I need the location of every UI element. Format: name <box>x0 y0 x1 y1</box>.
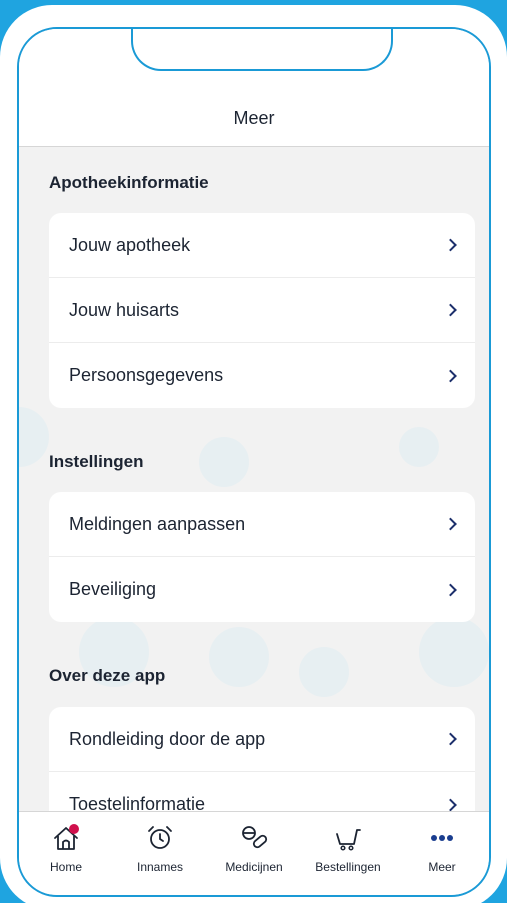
tab-label: Innames <box>136 860 184 874</box>
list-item-rondleiding[interactable]: Rondleiding door de app <box>49 707 475 772</box>
tab-bestellingen[interactable]: Bestellingen <box>301 812 395 895</box>
chevron-right-icon <box>444 303 457 317</box>
tab-label: Bestellingen <box>315 860 381 874</box>
page-title: Meer <box>233 108 275 128</box>
decorative-shape <box>19 407 49 467</box>
phone-frame: Meer Apotheekinformatie Jouw apotheek Jo… <box>0 5 507 903</box>
list-item-label: Persoonsgegevens <box>69 365 224 385</box>
phone-screen: Meer Apotheekinformatie Jouw apotheek Jo… <box>17 27 491 897</box>
home-icon <box>52 824 80 852</box>
section-title-apotheekinformatie: Apotheekinformatie <box>49 173 209 192</box>
list-item-label: Beveiliging <box>69 579 157 599</box>
list-item-label: Rondleiding door de app <box>69 728 266 749</box>
list-item-beveiliging[interactable]: Beveiliging <box>49 557 475 622</box>
decorative-shape <box>399 427 439 467</box>
list-item-label: Jouw huisarts <box>69 299 180 320</box>
tab-medicijnen[interactable]: Medicijnen <box>207 812 301 895</box>
tab-label: Home <box>49 860 82 874</box>
tab-label: Meer <box>428 860 456 874</box>
list-item-label: Jouw apotheek <box>69 234 191 255</box>
alarm-clock-icon <box>146 824 174 852</box>
card-apotheekinformatie: Jouw apotheek Jouw huisarts Persoonsgege… <box>49 213 475 408</box>
list-item-jouw-huisarts[interactable]: Jouw huisarts <box>49 278 475 343</box>
settings-list[interactable]: Apotheekinformatie Jouw apotheek Jouw hu… <box>19 147 489 815</box>
tab-meer[interactable]: Meer <box>395 812 489 895</box>
more-dots-icon <box>428 824 456 852</box>
tab-home[interactable]: Home <box>19 812 113 895</box>
chevron-right-icon <box>444 798 457 811</box>
list-item-toestelinformatie[interactable]: Toestelinformatie <box>49 772 475 815</box>
section-title-over-deze-app: Over deze app <box>49 666 166 685</box>
decorative-shape <box>209 627 269 687</box>
chevron-right-icon <box>444 583 457 596</box>
chevron-right-icon <box>444 369 457 382</box>
list-item-persoonsgegevens[interactable]: Persoonsgegevens <box>49 343 475 408</box>
list-item-meldingen-aanpassen[interactable]: Meldingen aanpassen <box>49 492 475 557</box>
tab-label: Medicijnen <box>225 860 283 874</box>
list-item-jouw-apotheek[interactable]: Jouw apotheek <box>49 213 475 278</box>
card-over-deze-app: Rondleiding door de app Toestelinformati… <box>49 707 475 815</box>
phone-notch <box>131 29 393 71</box>
cart-icon <box>334 824 362 852</box>
chevron-right-icon <box>444 238 457 252</box>
tab-innames[interactable]: Innames <box>113 812 207 895</box>
pills-icon <box>240 824 268 852</box>
chevron-right-icon <box>444 517 457 531</box>
decorative-shape <box>199 437 249 487</box>
decorative-shape <box>419 617 489 687</box>
card-instellingen: Meldingen aanpassen Beveiliging <box>49 492 475 622</box>
decorative-shape <box>299 647 349 697</box>
list-item-label: Meldingen aanpassen <box>69 513 246 534</box>
chevron-right-icon <box>444 732 457 746</box>
section-title-instellingen: Instellingen <box>49 452 144 471</box>
bottom-tab-bar: Home Innames Medicijnen Bestellingen Mee… <box>19 811 489 895</box>
